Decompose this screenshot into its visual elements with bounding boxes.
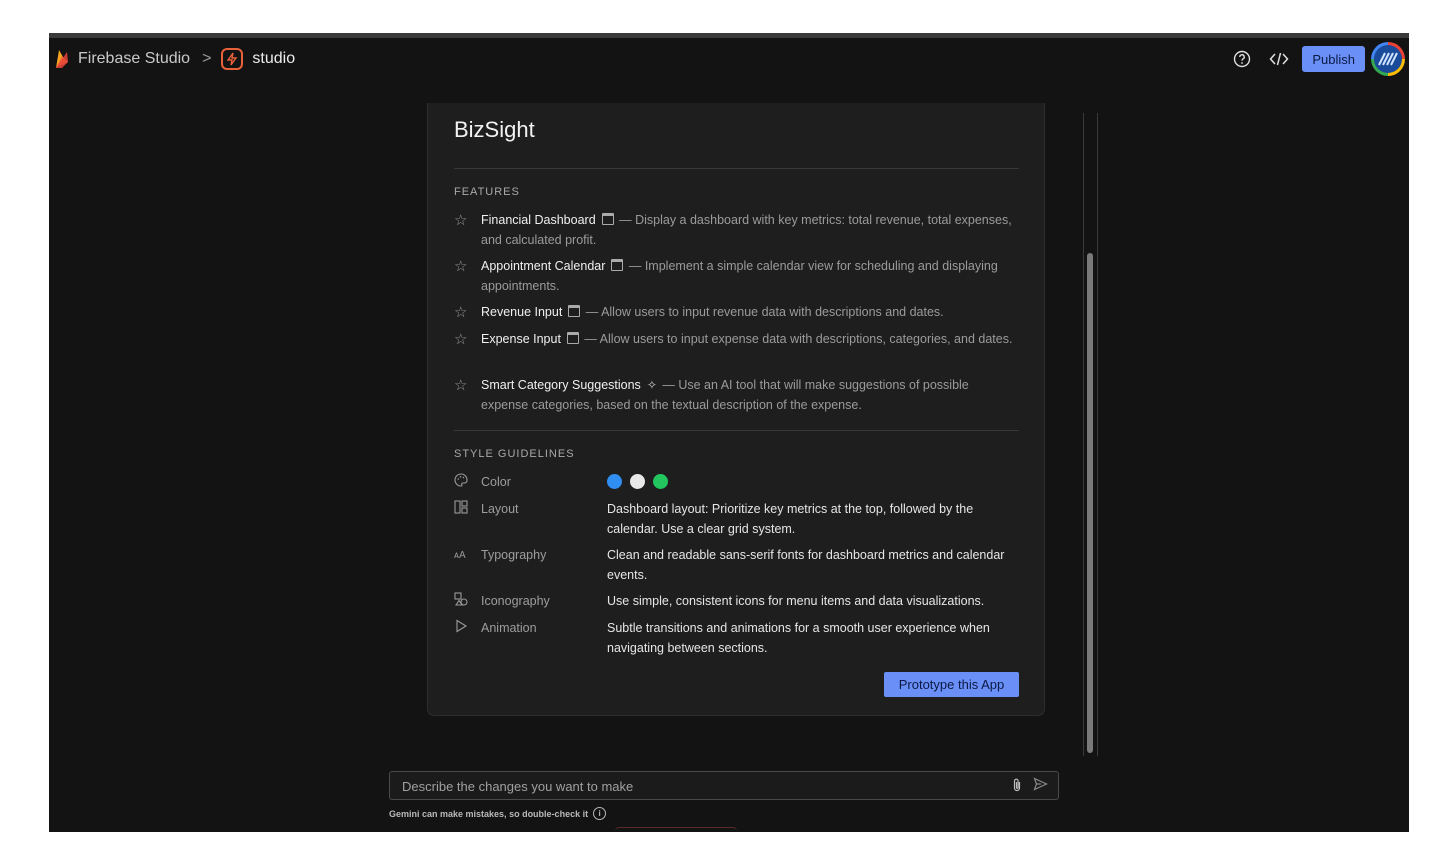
window-icon	[611, 259, 624, 271]
window-icon	[568, 305, 581, 317]
disclaimer-text: Gemini can make mistakes, so double-chec…	[389, 807, 607, 820]
features-divider	[454, 430, 1019, 431]
help-icon[interactable]	[1228, 45, 1256, 73]
play-icon	[454, 619, 481, 658]
scrollbar[interactable]	[1083, 113, 1098, 756]
code-icon[interactable]	[1265, 45, 1293, 73]
scrollbar-track-left	[1083, 113, 1084, 756]
send-icon[interactable]	[1033, 777, 1048, 794]
color-swatch-white	[630, 474, 645, 489]
style-row-iconography: Iconography Use simple, consistent icons…	[454, 592, 1019, 612]
color-swatch-blue	[607, 474, 622, 489]
bottom-tab-edge	[615, 827, 737, 832]
title-divider	[454, 168, 1019, 169]
scrollbar-track-right	[1097, 113, 1098, 756]
style-label: Typography	[481, 548, 547, 562]
publish-button[interactable]: Publish	[1302, 46, 1365, 72]
prompt-box	[389, 771, 1059, 801]
app-title: BizSight	[454, 117, 535, 142]
feature-name: Financial Dashboard	[481, 213, 596, 227]
avatar-image	[1374, 45, 1402, 73]
studio-logo-icon	[221, 48, 244, 70]
style-value: Dashboard layout: Prioritize key metrics…	[607, 502, 974, 536]
feature-item: ☆ Revenue Input — Allow users to input r…	[454, 303, 1014, 323]
feature-description: — Allow users to input revenue data with…	[582, 305, 944, 319]
style-row-color: Color	[454, 473, 1019, 493]
features-heading: FEATURES	[454, 186, 520, 198]
breadcrumb-separator: >	[202, 50, 212, 67]
feature-item: ☆ Financial Dashboard — Display a dashbo…	[454, 211, 1014, 250]
prototype-app-button[interactable]: Prototype this App	[884, 672, 1019, 697]
window-icon	[566, 332, 579, 344]
window-icon	[601, 213, 614, 225]
style-value: Subtle transitions and animations for a …	[607, 621, 990, 655]
app-blueprint-card: BizSight FEATURES ☆ Financial Dashboard …	[427, 103, 1045, 716]
feature-item: ☆ Expense Input — Allow users to input e…	[454, 330, 1014, 350]
firebase-logo-icon	[56, 50, 68, 68]
header-actions: Publish	[1228, 42, 1405, 76]
color-swatches	[607, 473, 1019, 493]
star-icon: ☆	[454, 212, 468, 229]
prompt-input[interactable]	[390, 772, 1004, 801]
style-value: Use simple, consistent icons for menu it…	[607, 594, 985, 608]
palette-icon	[454, 473, 481, 493]
scrollbar-thumb[interactable]	[1087, 253, 1093, 753]
disclaimer-label: Gemini can make mistakes, so double-chec…	[389, 808, 589, 819]
feature-name: Smart Category Suggestions	[481, 378, 641, 392]
top-bar: Firebase Studio > studio Publish	[49, 38, 1409, 80]
shapes-icon	[454, 592, 481, 612]
star-icon: ☆	[454, 304, 468, 321]
style-label: Animation	[481, 621, 537, 635]
style-value: Clean and readable sans-serif fonts for …	[607, 548, 1005, 582]
feature-name: Appointment Calendar	[481, 259, 606, 273]
color-swatch-green	[653, 474, 668, 489]
paperclip-icon[interactable]	[1012, 777, 1022, 796]
workspace-name[interactable]: studio	[252, 50, 295, 68]
app-window: Firebase Studio > studio Publish BizSigh…	[49, 33, 1409, 832]
star-icon: ☆	[454, 331, 468, 348]
feature-item: ☆ Appointment Calendar — Implement a sim…	[454, 257, 1014, 296]
feature-name: Expense Input	[481, 332, 561, 346]
star-icon: ☆	[454, 258, 468, 275]
style-row-typography: ᴀA Typography Clean and readable sans-se…	[454, 546, 1019, 585]
layout-icon	[454, 500, 481, 539]
sparkle-icon: ✧	[646, 378, 657, 392]
style-label: Layout	[481, 502, 519, 516]
typography-icon: ᴀA	[454, 550, 466, 561]
style-row-animation: Animation Subtle transitions and animati…	[454, 619, 1019, 658]
style-label: Color	[481, 475, 511, 489]
star-icon: ☆	[454, 377, 468, 394]
style-label: Iconography	[481, 594, 550, 608]
brand-link[interactable]: Firebase Studio	[78, 50, 190, 68]
breadcrumb: Firebase Studio > studio	[53, 48, 295, 70]
avatar[interactable]	[1371, 42, 1405, 76]
style-guidelines-heading: STYLE GUIDELINES	[454, 448, 575, 460]
style-row-layout: Layout Dashboard layout: Prioritize key …	[454, 500, 1019, 539]
feature-description: — Allow users to input expense data with…	[580, 332, 1013, 346]
feature-name: Revenue Input	[481, 305, 563, 319]
feature-item: ☆ Smart Category Suggestions ✧ — Use an A…	[454, 376, 1014, 415]
info-icon[interactable]: i	[593, 807, 607, 820]
